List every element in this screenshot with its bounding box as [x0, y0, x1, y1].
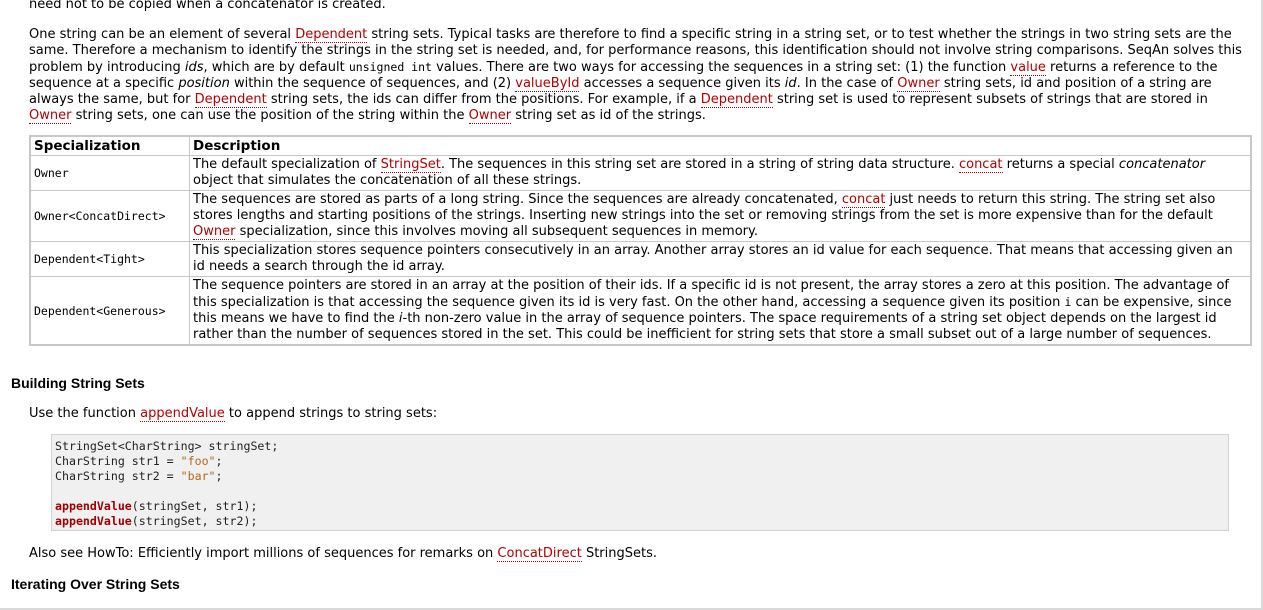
link-owner[interactable]: Owner: [468, 108, 512, 124]
code-punctuation: ;: [215, 454, 223, 468]
intro-text: string sets, one can use the position of…: [71, 108, 469, 123]
see-also-paragraph: Also see HowTo: Efficiently import milli…: [29, 546, 657, 562]
table-header-row: Specialization Description: [29, 135, 1252, 156]
code-line: CharString str2 =: [55, 469, 181, 483]
document-page: need not to be copied when a concatenato…: [0, 0, 1263, 610]
description-cell: This specialization stores sequence poin…: [189, 241, 1252, 277]
heading-iterating-over-string-sets: Iterating Over String Sets: [11, 576, 180, 592]
column-header-specialization: Specialization: [29, 135, 190, 156]
link-append-value[interactable]: appendValue: [140, 406, 225, 422]
intro-text: values. There are two ways for accessing…: [431, 60, 1011, 75]
intro-cut-line: need not to be copied when a concatenato…: [29, 0, 386, 12]
intro-text: within the sequence of sequences, and (2…: [229, 76, 516, 91]
code-example-block: StringSet<CharString> stringSet; CharStr…: [51, 434, 1229, 531]
paragraph-text: to append strings to string sets:: [224, 406, 438, 421]
table-row: Owner<ConcatDirect> The sequences are st…: [29, 190, 1252, 242]
intro-text: accesses a sequence given its: [579, 76, 785, 91]
description-cell: The default specialization of StringSet.…: [189, 155, 1252, 191]
intro-emphasis-position: position: [178, 76, 230, 91]
description-cell: The sequence pointers are stored in an a…: [189, 276, 1252, 346]
description-text: The default specialization of: [193, 157, 381, 172]
link-value-by-id[interactable]: valueById: [515, 76, 580, 92]
link-concat[interactable]: concat: [841, 192, 886, 208]
code-punctuation: ;: [215, 469, 223, 483]
heading-building-string-sets: Building String Sets: [11, 375, 145, 391]
append-value-paragraph: Use the function appendValue to append s…: [29, 406, 437, 422]
table-row: Owner The default specialization of Stri…: [29, 155, 1252, 191]
link-owner[interactable]: Owner: [29, 108, 72, 124]
specialization-dependent-tight: Dependent<Tight>: [29, 241, 190, 277]
link-owner[interactable]: Owner: [193, 224, 236, 240]
intro-text: string set as id of the strings.: [511, 108, 706, 123]
description-text: returns a special: [1002, 157, 1119, 172]
intro-text: string set is used to represent subsets …: [772, 92, 1208, 107]
description-text: specialization, since this involves movi…: [235, 224, 758, 239]
intro-text: string sets, the ids can differ from the…: [266, 92, 701, 107]
specialization-dependent-generous: Dependent<Generous>: [29, 276, 190, 346]
specialization-owner-concatdirect: Owner<ConcatDirect>: [29, 190, 190, 242]
code-arguments: (stringSet, str2);: [131, 514, 258, 528]
link-concat[interactable]: concat: [958, 157, 1003, 173]
table-row: Dependent<Generous> The sequence pointer…: [29, 276, 1252, 346]
code-arguments: (stringSet, str1);: [131, 499, 258, 513]
link-owner[interactable]: Owner: [897, 76, 940, 92]
intro-text: . In the case of: [796, 76, 898, 91]
code-function-name: appendValue: [55, 514, 132, 528]
code-line: StringSet<CharString> stringSet;: [55, 439, 279, 453]
code-line: CharString str1 =: [55, 454, 181, 468]
paragraph-text: Use the function: [29, 406, 141, 421]
intro-text: , which are by default: [203, 60, 349, 75]
paragraph-text: Also see HowTo: Efficiently import milli…: [29, 546, 498, 561]
code-function-name: appendValue: [55, 499, 132, 513]
link-dependent[interactable]: Dependent: [700, 92, 773, 108]
intro-text: One string can be an element of several: [29, 27, 296, 42]
link-dependent[interactable]: Dependent: [194, 92, 267, 108]
link-stringset[interactable]: StringSet: [380, 157, 441, 173]
specialization-owner: Owner: [29, 155, 190, 191]
intro-emphasis-id: id: [784, 76, 797, 91]
paragraph-text: StringSets.: [581, 546, 658, 561]
code-string-literal: "bar": [180, 469, 216, 483]
link-concat-direct[interactable]: ConcatDirect: [497, 546, 582, 562]
code-example: StringSet<CharString> stringSet; CharStr…: [55, 439, 278, 529]
emphasis-concatenator: concatenator: [1118, 157, 1206, 172]
code-unsigned-int: unsigned int: [348, 60, 432, 74]
description-text: . The sequences in this string set are s…: [440, 157, 959, 172]
table-row: Dependent<Tight> This specialization sto…: [29, 241, 1252, 277]
description-cell: The sequences are stored as parts of a l…: [189, 190, 1252, 242]
code-string-literal: "foo": [180, 454, 216, 468]
link-value[interactable]: value: [1010, 60, 1046, 76]
specialization-table: Specialization Description Owner The def…: [29, 135, 1252, 346]
description-text: The sequences are stored as parts of a l…: [193, 192, 842, 207]
description-text: object that simulates the concatenation …: [193, 173, 582, 188]
intro-emphasis-ids: ids: [184, 60, 204, 75]
link-dependent[interactable]: Dependent: [295, 27, 368, 43]
intro-paragraph: One string can be an element of several …: [29, 27, 1244, 124]
column-header-description: Description: [189, 135, 1252, 156]
